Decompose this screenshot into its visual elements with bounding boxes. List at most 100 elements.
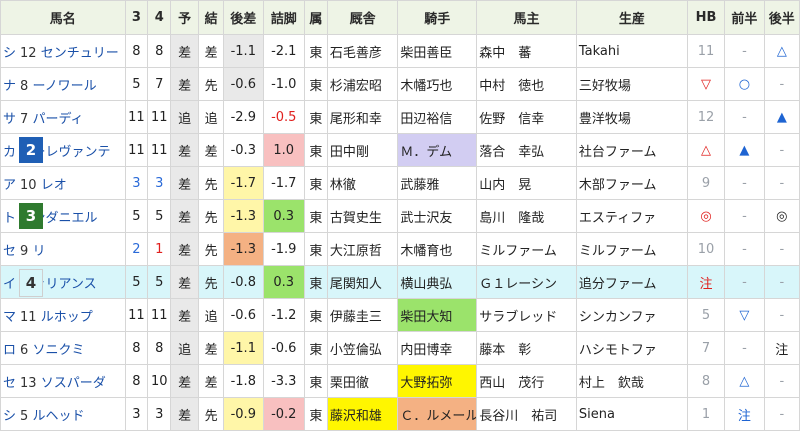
cell-zoku: 東 xyxy=(304,331,328,365)
cell-zen: ▲ xyxy=(724,133,765,167)
cell-kosa: -2.9 xyxy=(223,100,264,134)
cell-seisan: 木部ファーム xyxy=(575,166,688,200)
cell-hb: ▽ xyxy=(686,67,726,101)
horse-name-cell[interactable]: マ 11 ルホップ xyxy=(0,298,126,332)
table-row[interactable]: ア 10 レオ 3 3 差 先 -1.7 -1.7 東 林徹 武藤雅 山内 晃 木… xyxy=(0,166,800,200)
cell-hb: △ xyxy=(686,133,726,167)
table-row-highlighted[interactable]: イ44 ァリアンス 5 5 差 先 -0.8 0.3 東 尾関知人 横山典弘 Ｇ… xyxy=(0,265,800,299)
cell-zoku: 東 xyxy=(304,166,328,200)
cell-kosa: -1.3 xyxy=(223,199,264,233)
cell-kosa: -1.1 xyxy=(223,34,264,68)
horse-name[interactable]: ーノワール xyxy=(32,79,96,94)
cell-zen: - xyxy=(724,232,765,266)
header-hb[interactable]: HB xyxy=(686,0,726,35)
horse-name-cell[interactable]: ナ8 ーノワール xyxy=(0,67,126,101)
cell-tsume: -1.9 xyxy=(262,232,305,266)
horse-name[interactable]: リ xyxy=(32,244,45,259)
horse-number: 10 xyxy=(20,177,37,193)
header-zoku[interactable]: 属 xyxy=(304,0,328,35)
cell-kou: △ xyxy=(763,34,800,68)
cell-kosa: -1.1 xyxy=(223,331,264,365)
cell-zoku: 東 xyxy=(304,67,328,101)
header-kosa[interactable]: 後差 xyxy=(223,0,264,35)
cell-owner: 佐野 信幸 xyxy=(476,100,577,134)
cell-zoku: 東 xyxy=(304,265,328,299)
cell-zen: ○ xyxy=(724,67,765,101)
table-row[interactable]: サ7 パーディ 11 11 追 追 -2.9 -0.5 東 尾形和幸 田辺裕信 … xyxy=(0,100,800,134)
cell-seisan: エスティファ xyxy=(575,199,688,233)
table-row[interactable]: セ9 リ 2 1 差 先 -1.3 -1.9 東 大江原哲 木幡育也 ミルファー… xyxy=(0,232,800,266)
header-owner[interactable]: 馬主 xyxy=(476,0,577,35)
cell-seisan: 村上 欽哉 xyxy=(575,364,688,398)
horse-name-cell[interactable]: イ44 ァリアンス xyxy=(0,265,126,299)
cell-kou: - xyxy=(763,232,800,266)
horse-name-cell[interactable]: ロ6 ソニクミ xyxy=(0,331,126,365)
header-seisan[interactable]: 生産 xyxy=(575,0,688,35)
cell-kosa: -1.3 xyxy=(223,232,264,266)
cell-kishu: 武士沢友 xyxy=(397,199,478,233)
cell-yo: 差 xyxy=(170,265,200,299)
table-row[interactable]: シ 12 センチュリー 8 8 差 差 -1.1 -2.1 東 石毛善彦 柴田善臣… xyxy=(0,34,800,68)
cell-yo: 差 xyxy=(170,34,200,68)
cell-zen: - xyxy=(724,34,765,68)
horse-number: 9 xyxy=(20,243,29,259)
cell-c3: 5 xyxy=(124,265,149,299)
cell-hb: 12 xyxy=(686,100,726,134)
table-row[interactable]: ロ6 ソニクミ 8 8 追 差 -1.1 -0.6 東 小笠倫弘 内田博幸 藤本… xyxy=(0,331,800,365)
table-row[interactable]: カ22 ーレヴァンテ 11 11 差 差 -0.3 1.0 東 田中剛 Ｍ．デム… xyxy=(0,133,800,167)
horse-name-cell[interactable]: ト33 ンダニエル xyxy=(0,199,126,233)
horse-name-cell[interactable]: ア 10 レオ xyxy=(0,166,126,200)
header-kou[interactable]: 後半 xyxy=(763,0,800,35)
cell-zen: - xyxy=(724,265,765,299)
horse-name-cell[interactable]: シ 12 センチュリー xyxy=(0,34,126,68)
cell-kishu: 柴田大知 xyxy=(397,298,478,332)
header-row: 馬名 3 4 予 結 後差 詰脚 属 厩舎 騎手 馬主 生産 HB 前半 後半 xyxy=(0,0,800,35)
header-kyusha[interactable]: 厩舎 xyxy=(326,0,399,35)
horse-name[interactable]: センチュリー xyxy=(41,46,119,61)
horse-prefix: サ xyxy=(3,111,17,127)
horse-name[interactable]: ルヘッド xyxy=(32,409,84,424)
header-yo[interactable]: 予 xyxy=(170,0,200,35)
table-row[interactable]: シ5 ルヘッド 3 3 差 先 -0.9 -0.2 東 藤沢和雄 Ｃ．ルメール … xyxy=(0,397,800,431)
header-horse-name[interactable]: 馬名 xyxy=(0,0,126,35)
horse-name-cell[interactable]: サ7 パーディ xyxy=(0,100,126,134)
horse-prefix: シ xyxy=(3,45,17,61)
horse-name[interactable]: ソスパーダ xyxy=(41,376,106,391)
cell-kyusha: 尾関知人 xyxy=(326,265,399,299)
horse-name[interactable]: ーレヴァンテ xyxy=(32,145,110,160)
cell-kou: - xyxy=(763,298,800,332)
cell-hb: 7 xyxy=(686,331,726,365)
horse-name-cell[interactable]: セ9 リ xyxy=(0,232,126,266)
cell-kishu: 大野拓弥 xyxy=(397,364,478,398)
horse-name[interactable]: ソニクミ xyxy=(32,343,84,358)
header-kishu[interactable]: 騎手 xyxy=(397,0,478,35)
horse-name[interactable]: ルホップ xyxy=(41,310,93,325)
cell-yo: 差 xyxy=(170,166,200,200)
cell-c3: 8 xyxy=(124,34,149,68)
horse-name-cell[interactable]: カ22 ーレヴァンテ xyxy=(0,133,126,167)
cell-kou: - xyxy=(763,67,800,101)
header-c3[interactable]: 3 xyxy=(124,0,149,35)
horse-name[interactable]: パーディ xyxy=(32,112,83,127)
cell-c4: 10 xyxy=(147,364,172,398)
header-tsume[interactable]: 詰脚 xyxy=(262,0,305,35)
header-ke[interactable]: 結 xyxy=(198,0,225,35)
cell-tsume: -1.7 xyxy=(262,166,305,200)
horse-prefix: ア xyxy=(3,177,17,193)
cell-c3: 2 xyxy=(124,232,149,266)
horse-name[interactable]: レオ xyxy=(41,178,67,193)
cell-zen: - xyxy=(724,100,765,134)
table-row[interactable]: マ 11 ルホップ 11 11 差 追 -0.6 -1.2 東 伊藤圭三 柴田大知… xyxy=(0,298,800,332)
horse-name-cell[interactable]: シ5 ルヘッド xyxy=(0,397,126,431)
header-zen[interactable]: 前半 xyxy=(724,0,765,35)
cell-kyusha: 伊藤圭三 xyxy=(326,298,399,332)
cell-c3: 3 xyxy=(124,397,149,431)
table-row[interactable]: ナ8 ーノワール 5 7 差 先 -0.6 -1.0 東 杉浦宏昭 木幡巧也 中… xyxy=(0,67,800,101)
cell-yo: 差 xyxy=(170,199,200,233)
horse-name-cell[interactable]: セ 13 ソスパーダ xyxy=(0,364,126,398)
header-c4[interactable]: 4 xyxy=(147,0,172,35)
table-row[interactable]: ト33 ンダニエル 5 5 差 先 -1.3 0.3 東 古賀史生 武士沢友 島… xyxy=(0,199,800,233)
cell-c4: 5 xyxy=(147,265,172,299)
table-row[interactable]: セ 13 ソスパーダ 8 10 差 差 -1.8 -3.3 東 栗田徹 大野拓弥 … xyxy=(0,364,800,398)
cell-zoku: 東 xyxy=(304,199,328,233)
